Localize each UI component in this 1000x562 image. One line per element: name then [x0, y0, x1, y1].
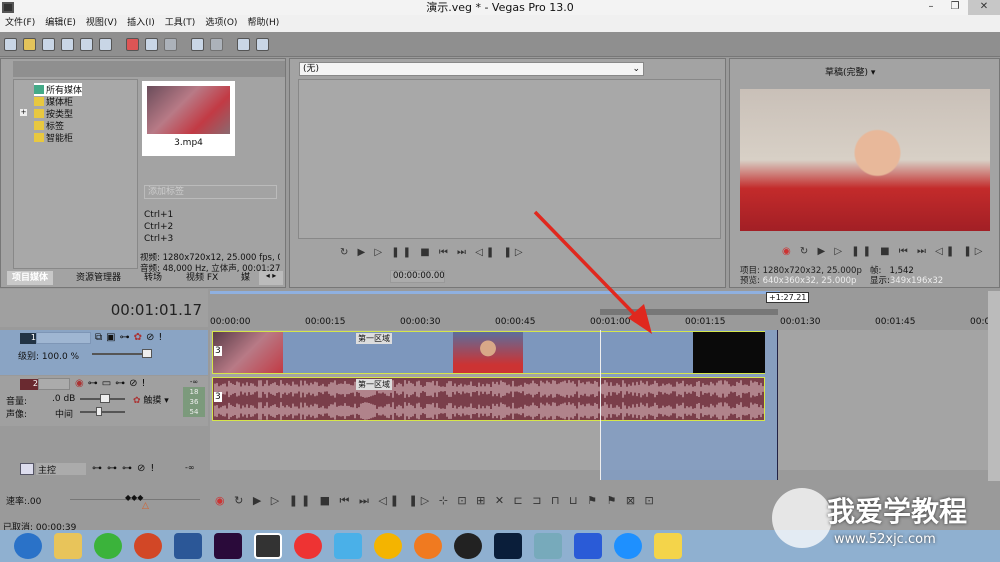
browser-icon[interactable]: [414, 533, 442, 559]
photoshop-icon[interactable]: [494, 533, 522, 559]
premiere-icon[interactable]: [214, 533, 242, 559]
app-icon[interactable]: [294, 533, 322, 559]
chrome-icon[interactable]: [374, 533, 402, 559]
notes-icon[interactable]: [654, 533, 682, 559]
powerpoint-icon[interactable]: [134, 533, 162, 559]
wps-icon[interactable]: [574, 533, 602, 559]
wechat-icon[interactable]: [94, 533, 122, 559]
word-icon[interactable]: [174, 533, 202, 559]
watermark-url: www.52xjc.com: [834, 532, 936, 547]
app-icon[interactable]: [534, 533, 562, 559]
qq-icon[interactable]: [454, 533, 482, 559]
vegas-icon[interactable]: [254, 533, 282, 559]
app-icon[interactable]: [334, 533, 362, 559]
start-icon[interactable]: [14, 533, 42, 559]
watermark-text: 我爱学教程: [827, 495, 968, 528]
ie-icon[interactable]: [614, 533, 642, 559]
paw-icon: [772, 488, 832, 548]
file-explorer-icon[interactable]: [54, 533, 82, 559]
watermark-logo: 我爱学教程 www.52xjc.com: [772, 470, 982, 552]
